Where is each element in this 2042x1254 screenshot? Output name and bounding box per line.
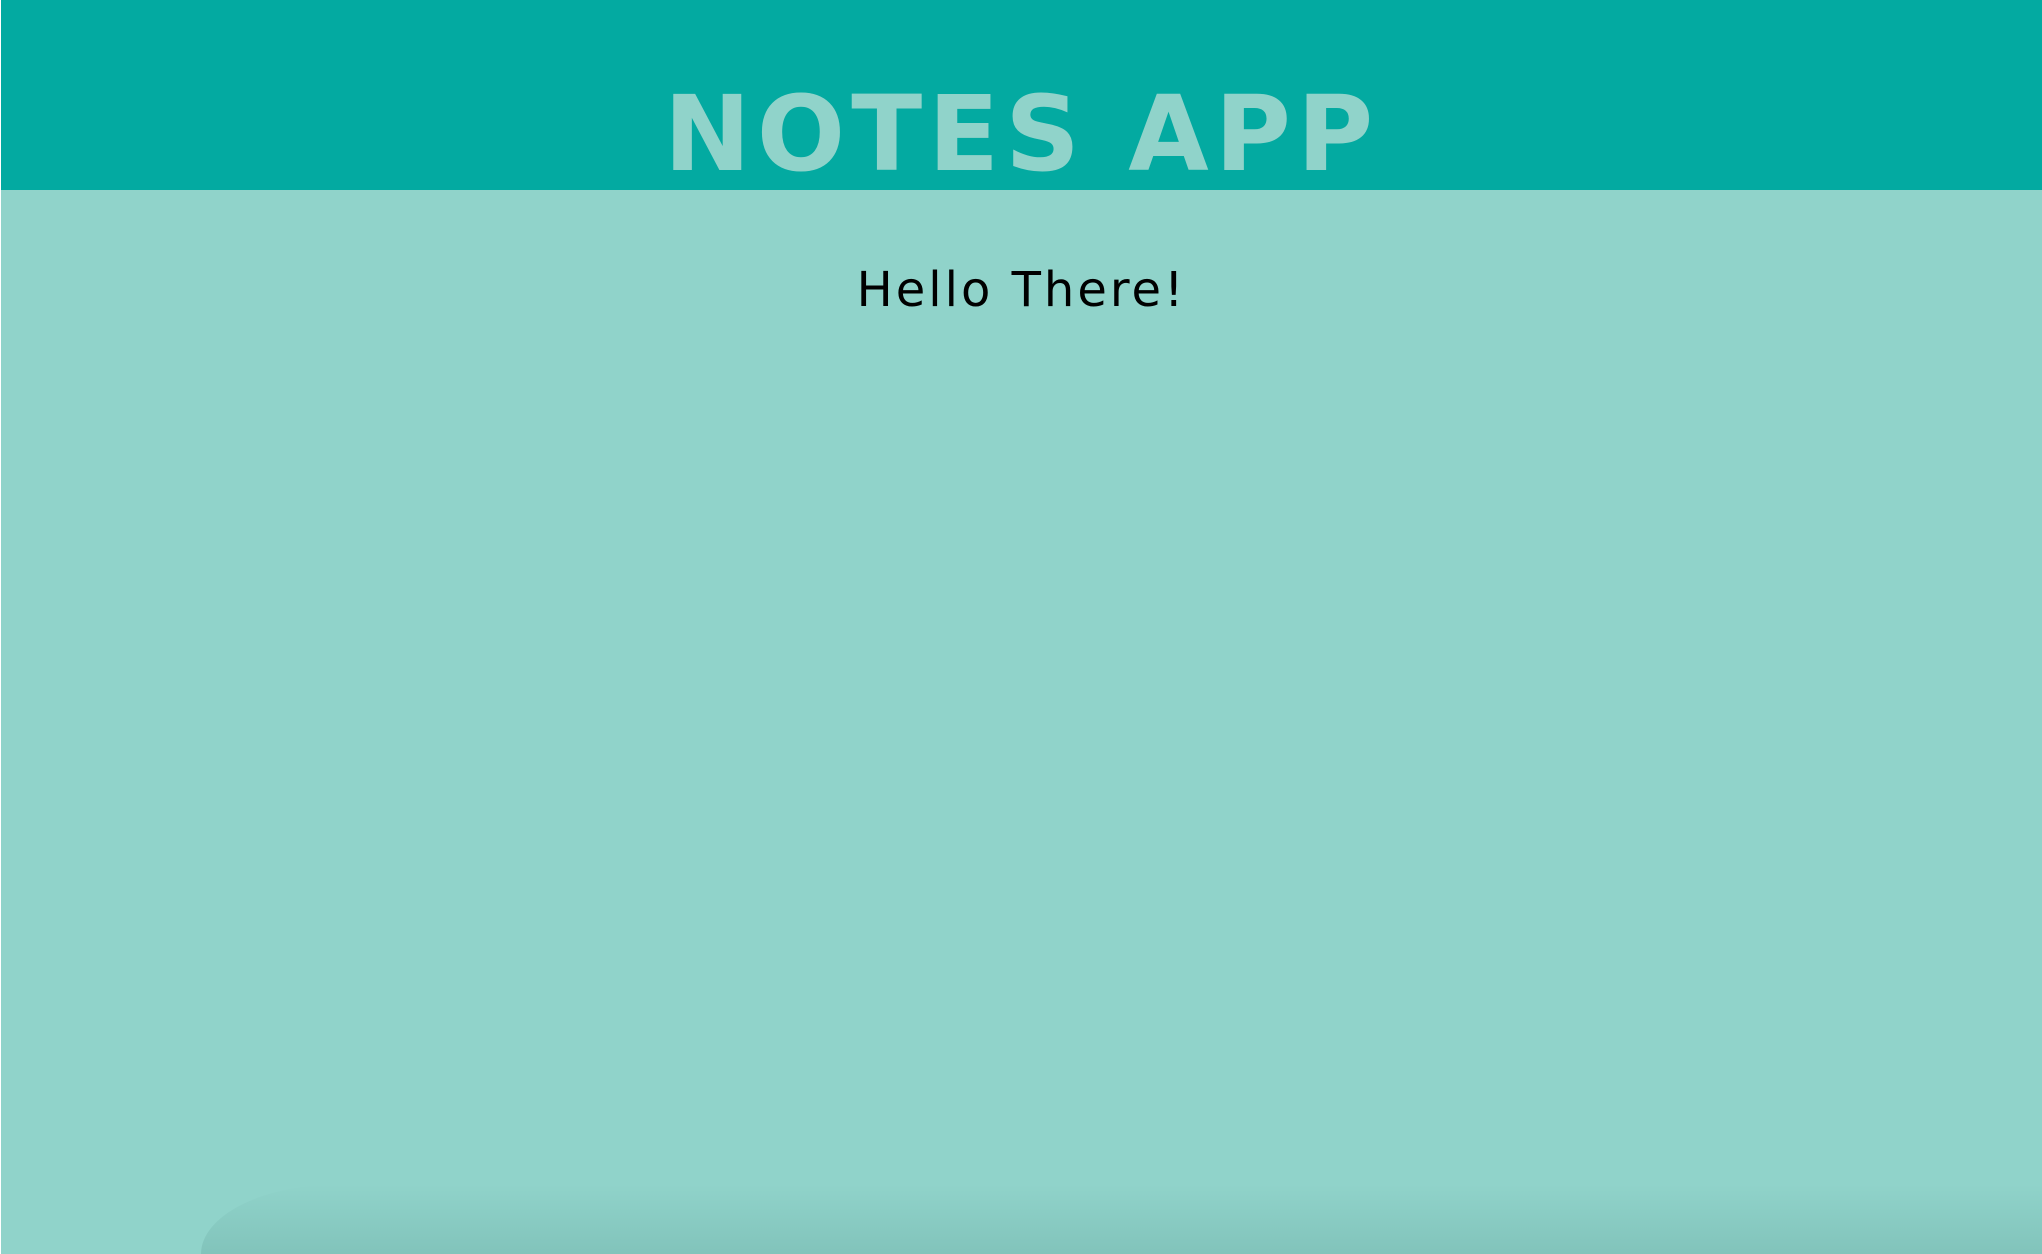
notes-app: NOTES APP Hello There! bbox=[1, 0, 2042, 1254]
app-title: NOTES APP bbox=[663, 73, 1380, 190]
app-header: NOTES APP bbox=[1, 0, 2042, 190]
main-content: Hello There! bbox=[1, 190, 2042, 1254]
note-text: Hello There! bbox=[856, 262, 1187, 318]
